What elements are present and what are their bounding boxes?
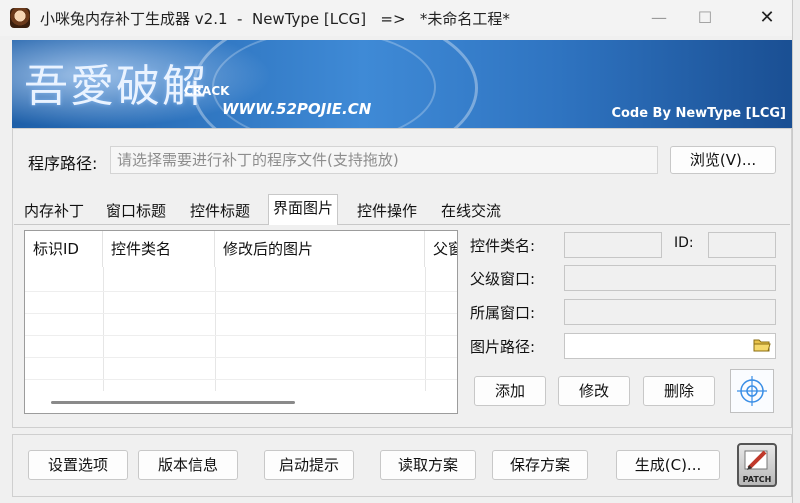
program-path-label: 程序路径: [28, 154, 98, 173]
tab-window-title[interactable]: 窗口标题 [102, 198, 170, 224]
list-header: 标识ID 控件类名 修改后的图片 父窗 [25, 231, 457, 267]
column-header-class[interactable]: 控件类名 [103, 231, 215, 267]
banner-url: WWW.52POJIE.CN [222, 100, 372, 118]
id-field[interactable] [708, 232, 776, 258]
class-name-label: 控件类名: [470, 237, 536, 255]
patch-button[interactable]: PATCH [737, 443, 777, 487]
column-header-parent[interactable]: 父窗 [425, 231, 457, 267]
open-folder-icon[interactable] [753, 338, 771, 352]
id-label: ID: [674, 235, 694, 251]
load-scheme-button[interactable]: 读取方案 [380, 450, 476, 480]
minimize-button[interactable]: — [636, 0, 682, 36]
class-name-field[interactable] [564, 232, 662, 258]
patch-label: PATCH [742, 475, 772, 484]
add-button[interactable]: 添加 [474, 376, 546, 406]
maximize-button[interactable]: ☐ [682, 0, 728, 36]
column-divider [103, 267, 104, 391]
program-path-input[interactable]: 请选择需要进行补丁的程序文件(支持拖放) [110, 146, 658, 174]
save-scheme-button[interactable]: 保存方案 [492, 450, 588, 480]
horizontal-scrollbar[interactable] [51, 401, 295, 404]
close-button[interactable]: ✕ [744, 0, 790, 36]
image-path-field[interactable] [564, 333, 776, 359]
tab-online-chat[interactable]: 在线交流 [437, 198, 505, 224]
tab-control-title[interactable]: 控件标题 [186, 198, 254, 224]
modify-button[interactable]: 修改 [558, 376, 630, 406]
column-divider [215, 267, 216, 391]
column-divider [425, 267, 426, 391]
owner-window-field[interactable] [564, 299, 776, 325]
image-path-label: 图片路径: [470, 338, 536, 356]
column-header-image[interactable]: 修改后的图片 [215, 231, 425, 267]
row-divider [25, 335, 457, 336]
banner-logo: 吾愛破解 [24, 61, 208, 112]
banner-crack-text: CRACK [184, 84, 230, 98]
settings-button[interactable]: 设置选项 [28, 450, 128, 480]
title-bar: 小咪兔内存补丁生成器 v2.1 - NewType [LCG] => *未命名工… [0, 0, 792, 36]
parent-window-field[interactable] [564, 265, 776, 291]
tab-ui-image[interactable]: 界面图片 [268, 194, 339, 225]
app-window: 小咪兔内存补丁生成器 v2.1 - NewType [LCG] => *未命名工… [0, 0, 793, 503]
image-list[interactable]: 标识ID 控件类名 修改后的图片 父窗 [24, 230, 458, 414]
row-divider [25, 313, 457, 314]
rabbit-avatar-icon [10, 8, 30, 28]
crosshair-target-icon[interactable] [730, 369, 774, 413]
browse-button[interactable]: 浏览(V)... [670, 146, 776, 174]
generate-button[interactable]: 生成(C)... [616, 450, 720, 480]
desktop-background [792, 0, 800, 503]
tab-memory-patch[interactable]: 内存补丁 [20, 198, 88, 224]
banner-credit: Code By NewType [LCG] [611, 106, 786, 121]
row-divider [25, 357, 457, 358]
owner-window-label: 所属窗口: [470, 304, 536, 322]
row-divider [25, 291, 457, 292]
startup-tip-button[interactable]: 启动提示 [264, 450, 354, 480]
row-divider [25, 379, 457, 380]
banner-image: 吾愛破解 CRACK WWW.52POJIE.CN Code By NewTyp… [12, 40, 792, 128]
column-header-id[interactable]: 标识ID [25, 231, 103, 267]
version-info-button[interactable]: 版本信息 [138, 450, 238, 480]
tab-control-operation[interactable]: 控件操作 [353, 198, 421, 224]
parent-window-label: 父级窗口: [470, 270, 536, 288]
window-title: 小咪兔内存补丁生成器 v2.1 - NewType [LCG] => *未命名工… [40, 10, 510, 28]
delete-button[interactable]: 删除 [643, 376, 715, 406]
patch-pencil-icon [744, 450, 768, 470]
